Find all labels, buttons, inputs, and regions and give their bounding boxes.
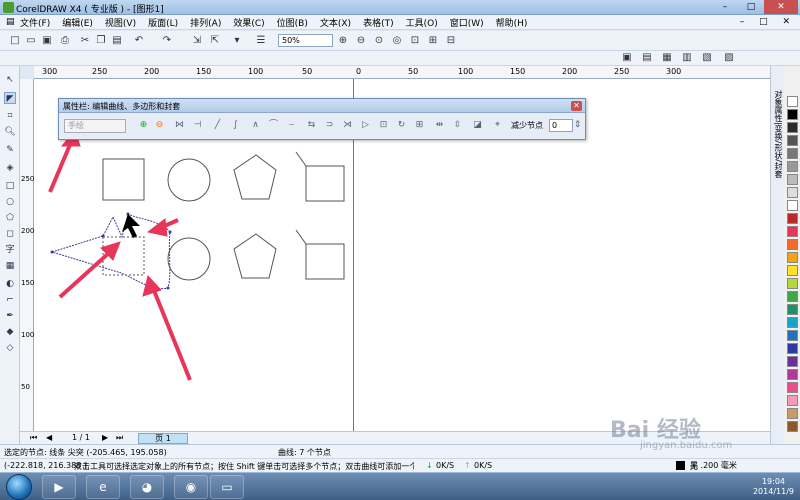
palette-swatch[interactable] (787, 187, 798, 198)
cusp-node-icon[interactable]: ∧ (249, 119, 262, 132)
clock-date: 2014/11/9 (752, 487, 794, 496)
palette-swatch[interactable] (787, 330, 798, 341)
tool-hint: 双击工具可选择选定对象上的所有节点；按住 Shift 键单击可选择多个节点；双击… (74, 462, 414, 471)
palette-swatch[interactable] (787, 356, 798, 367)
palette-swatch[interactable] (787, 239, 798, 250)
net-up-speed: 0K/S (474, 461, 493, 470)
stretch-nodes-icon[interactable]: ⊡ (377, 119, 390, 132)
palette-swatch[interactable] (787, 369, 798, 380)
palette-swatch[interactable] (787, 161, 798, 172)
property-bar-dialog[interactable]: 属性栏: 编辑曲线、多边形和封套 ✕ 手绘 ⊕ ⊖ ⋈ ⊣ ╱ ∫ ∧ ⌒ ⌣ … (58, 98, 586, 140)
start-button[interactable] (6, 474, 32, 500)
media-player-icon[interactable]: ▶ (42, 475, 76, 499)
color-palette[interactable] (784, 66, 800, 444)
outline-status-group: 黑 .200 毫米 (676, 460, 796, 472)
join-nodes-icon[interactable]: ⋈ (173, 119, 186, 132)
palette-swatch[interactable] (787, 226, 798, 237)
palette-swatch[interactable] (787, 252, 798, 263)
palette-swatch[interactable] (787, 265, 798, 276)
palette-swatch[interactable] (787, 278, 798, 289)
spin-arrows-icon[interactable]: ⇕ (571, 119, 584, 132)
mirror-vertical-icon[interactable]: ⇳ (451, 119, 464, 132)
to-curve-icon[interactable]: ∫ (229, 119, 242, 132)
system-clock[interactable]: 19:04 2014/11/9 (753, 477, 794, 497)
node-handle[interactable] (168, 230, 172, 234)
symmetrical-node-icon[interactable]: ⌣ (285, 119, 298, 132)
node-handle[interactable] (101, 234, 105, 238)
elastic-mode-icon[interactable]: ◪ (471, 119, 484, 132)
outline-status: 黑 .200 毫米 (690, 461, 737, 470)
download-arrow-icon: ↓ (426, 461, 433, 470)
explorer-task-icon[interactable]: ▭ (210, 475, 244, 499)
reverse-direction-icon[interactable]: ⇆ (305, 119, 318, 132)
outline-swatch[interactable] (676, 461, 685, 470)
rectangle-shape[interactable] (102, 158, 145, 201)
page-tab[interactable]: 页 1 (138, 433, 188, 444)
windows-taskbar: ▶ e ◕ ◉ ▭ 19:04 2014/11/9 (0, 472, 800, 500)
palette-swatch[interactable] (787, 174, 798, 185)
palette-swatch[interactable] (787, 135, 798, 146)
rotate-nodes-icon[interactable]: ↻ (395, 119, 408, 132)
palette-swatch[interactable] (787, 122, 798, 133)
extract-subpath-icon[interactable]: ⋊ (341, 119, 354, 132)
internet-explorer-icon[interactable]: e (86, 475, 120, 499)
next-page-icon[interactable]: ▶ (102, 433, 108, 442)
palette-swatch[interactable] (787, 408, 798, 419)
last-page-icon[interactable]: ⏭ (116, 433, 123, 443)
pentagon-shape[interactable] (233, 233, 277, 279)
first-page-icon[interactable]: ⏮ (30, 433, 37, 443)
delete-node-icon[interactable]: ⊖ (153, 119, 166, 132)
watermark-url: jingyan.baidu.com (640, 440, 733, 451)
palette-swatch[interactable] (787, 109, 798, 120)
docker-tab-label[interactable]: 对象属性|变换/形状/封套 (773, 90, 784, 178)
circle-shape[interactable] (167, 237, 211, 281)
to-line-icon[interactable]: ╱ (211, 119, 224, 132)
add-node-icon[interactable]: ⊕ (137, 119, 150, 132)
palette-swatch[interactable] (787, 382, 798, 393)
select-all-nodes-icon[interactable]: ⌖ (491, 119, 504, 132)
palette-swatch[interactable] (787, 96, 798, 107)
smooth-node-icon[interactable]: ⌒ (267, 119, 280, 132)
selection-mode-select[interactable]: 手绘 (64, 119, 126, 133)
upload-arrow-icon: ↑ (464, 461, 471, 470)
node-handle[interactable] (166, 286, 170, 290)
extend-curve-icon[interactable]: ⊃ (323, 119, 336, 132)
auto-close-icon[interactable]: ▷ (359, 119, 372, 132)
circle-shape[interactable] (167, 158, 211, 202)
palette-swatch[interactable] (787, 421, 798, 432)
net-down-speed: 0K/S (436, 461, 455, 470)
break-curve-icon[interactable]: ⊣ (191, 119, 204, 132)
prev-page-icon[interactable]: ◀ (46, 433, 52, 442)
palette-swatch[interactable] (787, 304, 798, 315)
palette-swatch[interactable] (787, 343, 798, 354)
dialog-close-icon[interactable]: ✕ (571, 101, 582, 111)
callout-shape[interactable] (295, 229, 345, 280)
palette-swatch[interactable] (787, 317, 798, 328)
dialog-header[interactable]: 属性栏: 编辑曲线、多边形和封套 ✕ (59, 99, 585, 113)
selected-node-status: 选定的节点: 线条 尖突 (-205.465, 195.058) (4, 448, 167, 457)
docker-panel[interactable]: 对象属性|变换/形状/封套 (770, 66, 784, 444)
clock-time: 19:04 (761, 477, 786, 486)
mirror-horizontal-icon[interactable]: ⇹ (433, 119, 446, 132)
dialog-title: 属性栏: 编辑曲线、多边形和封套 (63, 102, 181, 111)
coreldraw-task-icon[interactable]: ◉ (174, 475, 208, 499)
qq-icon[interactable]: ◕ (130, 475, 164, 499)
align-nodes-icon[interactable]: ⊞ (413, 119, 426, 132)
palette-swatch[interactable] (787, 148, 798, 159)
palette-swatch[interactable] (787, 395, 798, 406)
annotation-arrows (48, 128, 192, 381)
palette-swatch[interactable] (787, 291, 798, 302)
palette-swatch[interactable] (787, 200, 798, 211)
reduce-nodes-label: 减少节点 (511, 121, 543, 130)
palette-swatch[interactable] (787, 213, 798, 224)
node-handle[interactable] (50, 250, 54, 254)
pentagon-shape[interactable] (233, 154, 277, 200)
reduce-nodes-input[interactable]: 0 (549, 119, 573, 132)
curve-node-count: 曲线: 7 个节点 (278, 448, 331, 457)
callout-shape[interactable] (295, 151, 345, 202)
page-count: 1 / 1 (72, 433, 90, 442)
